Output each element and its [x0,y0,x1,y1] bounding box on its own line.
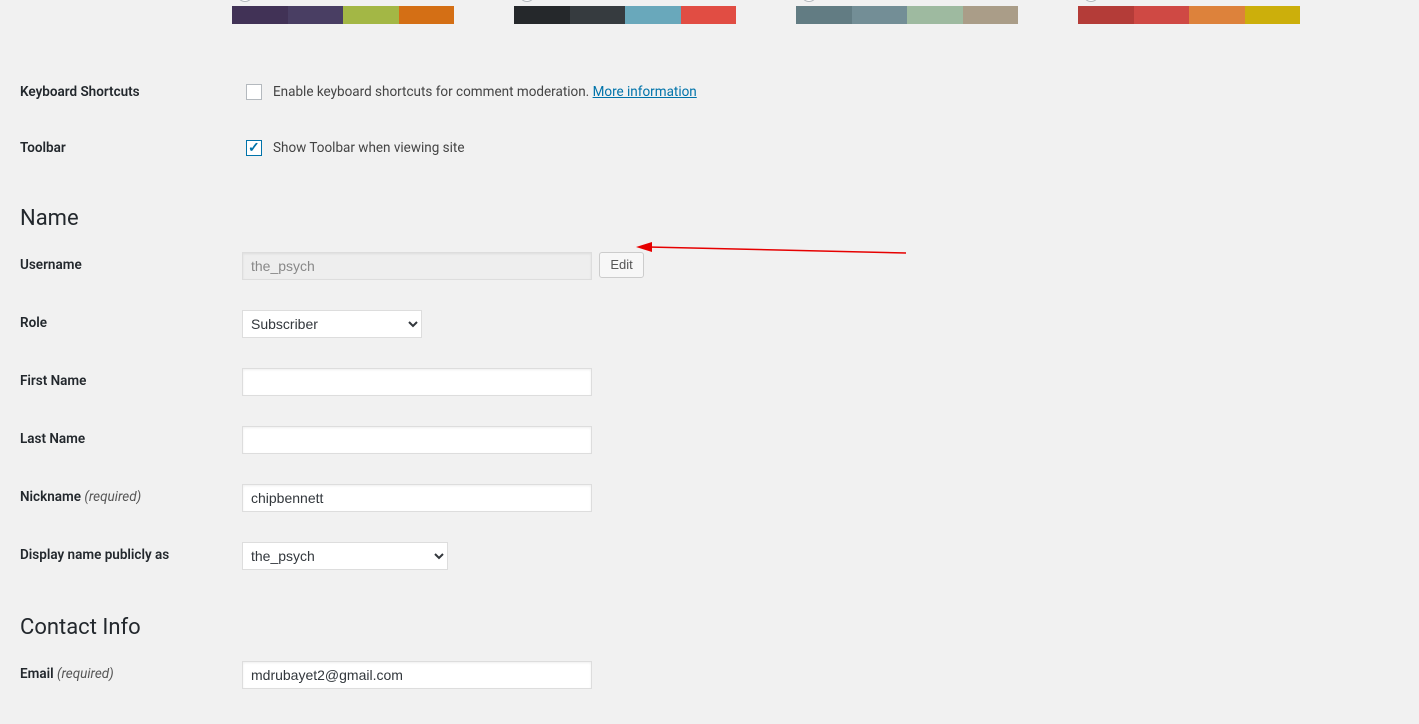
scheme-ocean[interactable]: Ocean [796,0,1046,24]
annotation-arrow-icon [636,239,916,263]
first-name-input[interactable] [242,368,592,396]
scheme-ectoplasm[interactable]: Ectoplasm [232,0,482,24]
first-name-label: First Name [20,353,232,411]
username-input [242,252,592,280]
scheme-ocean-radio[interactable] [801,0,817,2]
color-scheme-row: Ectoplasm Midnight Ocean Sunrise [232,0,1399,24]
scheme-midnight-swatches [514,6,736,24]
toolbar-text: Show Toolbar when viewing site [273,140,464,156]
role-label: Role [20,295,232,353]
role-select[interactable]: Subscriber [242,310,422,338]
display-name-label: Display name publicly as [20,527,232,585]
scheme-sunrise-swatches [1078,6,1300,24]
nickname-input[interactable] [242,484,592,512]
email-input[interactable] [242,661,592,689]
scheme-midnight[interactable]: Midnight [514,0,764,24]
email-label: Email (required) [20,646,232,704]
keyboard-shortcuts-checkbox[interactable] [246,84,262,100]
username-label: Username [20,237,232,295]
contact-info-heading: Contact Info [20,615,1399,640]
toolbar-checkbox[interactable] [246,140,262,156]
last-name-label: Last Name [20,411,232,469]
toolbar-label: Toolbar [20,120,232,176]
last-name-input[interactable] [242,426,592,454]
scheme-ectoplasm-radio[interactable] [237,0,253,2]
name-heading: Name [20,206,1399,231]
scheme-midnight-radio[interactable] [519,0,535,2]
scheme-ectoplasm-swatches [232,6,454,24]
scheme-sunrise[interactable]: Sunrise [1078,0,1328,24]
keyboard-shortcuts-label: Keyboard Shortcuts [20,64,232,120]
more-information-link[interactable]: More information [593,84,697,100]
nickname-label: Nickname (required) [20,469,232,527]
scheme-sunrise-radio[interactable] [1083,0,1099,2]
display-name-select[interactable]: the_psych [242,542,448,570]
keyboard-shortcuts-text: Enable keyboard shortcuts for comment mo… [273,84,593,100]
scheme-ocean-swatches [796,6,1018,24]
